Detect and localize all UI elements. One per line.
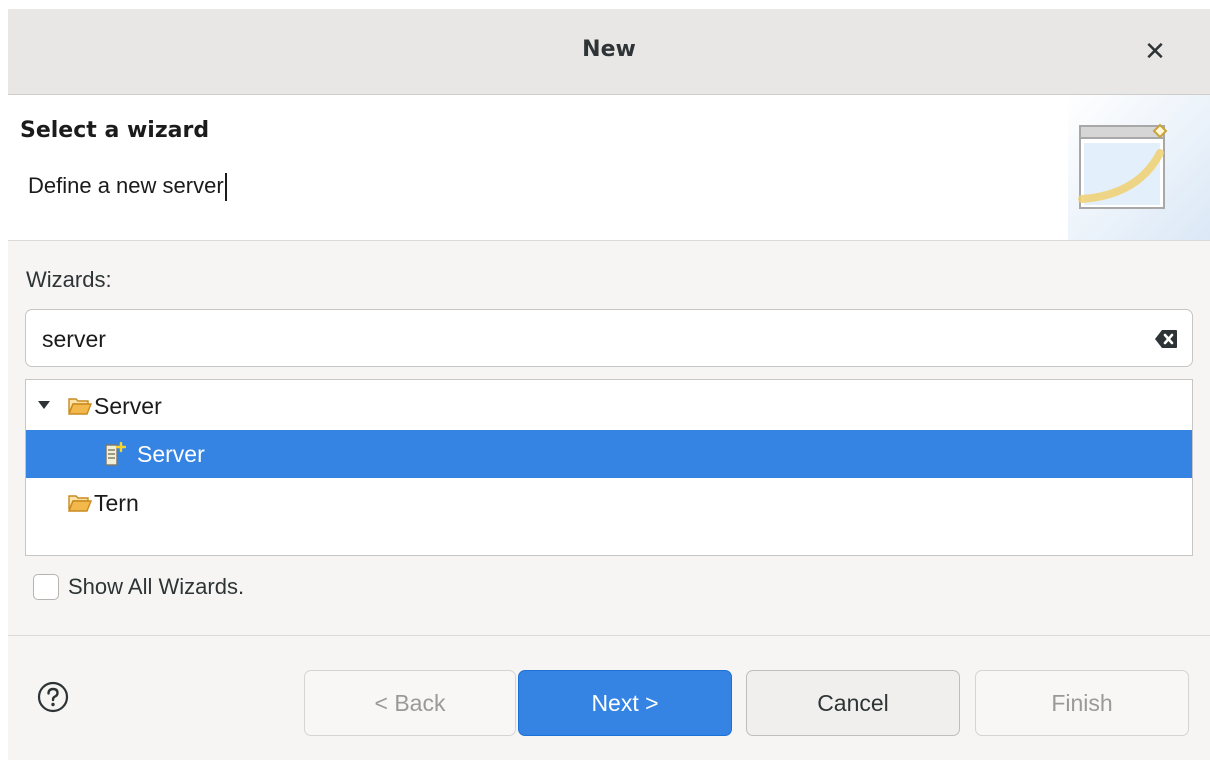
footer-divider [8, 635, 1210, 636]
tree-item-server-category[interactable]: Server [26, 382, 1192, 430]
wizard-filter-input[interactable] [40, 320, 1144, 358]
tree-item-server-wizard[interactable]: Server [26, 430, 1192, 478]
next-button[interactable]: Next > [518, 670, 732, 736]
tree-item-label: Server [94, 392, 162, 419]
new-wizard-dialog: New ✕ Select a wizard Define a new serve… [8, 9, 1210, 760]
tree-item-tern-category[interactable]: Tern [26, 479, 1192, 527]
expander-down-icon[interactable] [38, 401, 50, 409]
cancel-button[interactable]: Cancel [746, 670, 960, 736]
wizard-filter-field [25, 309, 1193, 367]
show-all-wizards-label: Show All Wizards. [68, 574, 245, 599]
new-wizard-banner-icon [1068, 95, 1210, 240]
dialog-titlebar[interactable]: New ✕ [8, 9, 1210, 95]
wizard-header: Select a wizard Define a new server [8, 95, 1210, 241]
close-icon[interactable]: ✕ [1138, 35, 1172, 69]
wizard-page-message: Define a new server [28, 173, 227, 202]
help-icon[interactable] [37, 681, 69, 713]
finish-button[interactable]: Finish [975, 670, 1189, 736]
back-button[interactable]: < Back [304, 670, 516, 736]
dialog-title: New [582, 37, 636, 62]
wizards-label: Wizards: [26, 267, 112, 292]
tree-item-label: Server [137, 440, 205, 467]
clear-text-icon[interactable] [1154, 328, 1178, 350]
folder-open-icon [68, 398, 92, 415]
new-server-icon [105, 442, 126, 466]
show-all-wizards-toggle[interactable]: Show All Wizards. [33, 570, 244, 604]
folder-open-icon [68, 495, 92, 512]
wizard-page-message-text: Define a new server [28, 173, 224, 198]
wizard-page-title: Select a wizard [20, 118, 210, 143]
wizard-tree: Server Server Tern [25, 379, 1193, 556]
tree-item-label: Tern [94, 489, 139, 516]
show-all-wizards-checkbox[interactable] [33, 574, 59, 600]
